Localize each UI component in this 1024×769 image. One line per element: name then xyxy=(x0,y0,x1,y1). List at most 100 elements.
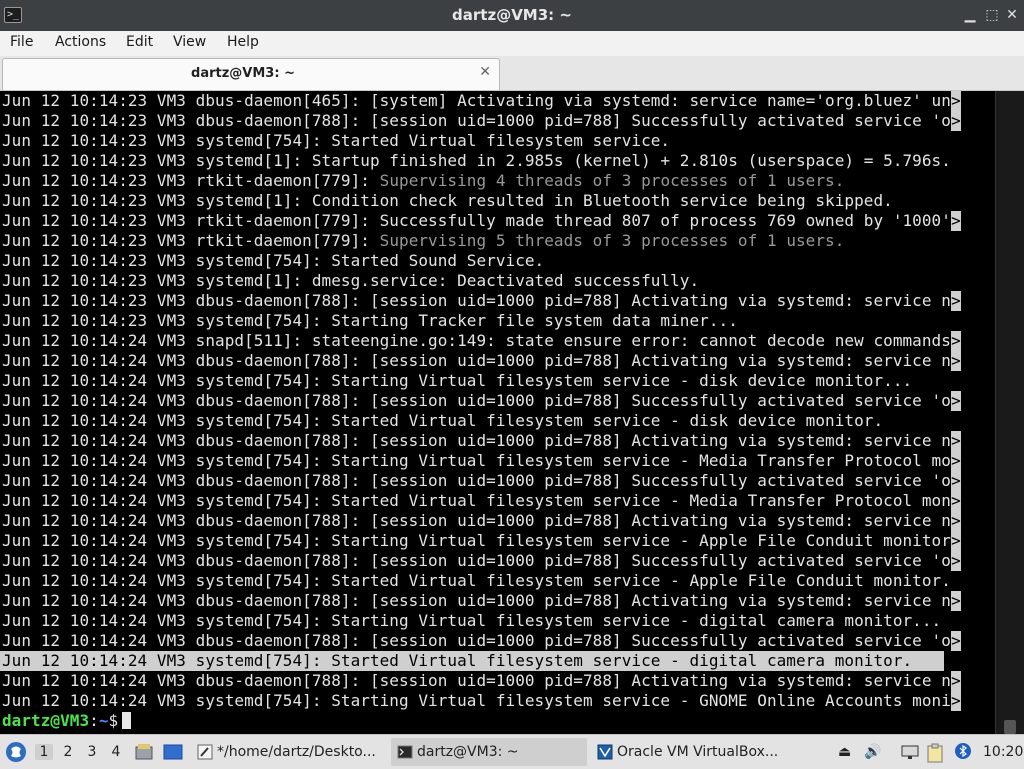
terminal-line: Jun 12 10:14:24 VM3 systemd[754]: Starti… xyxy=(2,371,992,391)
terminal-line: Jun 12 10:14:24 VM3 snapd[511]: stateeng… xyxy=(2,331,992,351)
line-overflow-marker: > xyxy=(950,91,961,111)
log-text: Jun 12 10:14:24 VM3 dbus-daemon[788]: [s… xyxy=(2,671,951,690)
scrollbar-thumb[interactable] xyxy=(1004,720,1016,734)
terminal-output[interactable]: Jun 12 10:14:23 VM3 dbus-daemon[465]: [s… xyxy=(0,91,995,734)
line-overflow-marker: > xyxy=(950,451,961,471)
log-text: Jun 12 10:14:24 VM3 dbus-daemon[788]: [s… xyxy=(2,631,951,650)
file-manager-icon[interactable] xyxy=(134,742,154,762)
log-text: Jun 12 10:14:24 VM3 systemd[754]: Starti… xyxy=(2,451,951,470)
terminal-line: Jun 12 10:14:24 VM3 systemd[754]: Starti… xyxy=(2,531,992,551)
line-overflow-marker: > xyxy=(950,111,961,131)
log-text: Jun 12 10:14:23 VM3 dbus-daemon[788]: [s… xyxy=(2,111,951,130)
log-prefix: Jun 12 10:14:23 VM3 rtkit-daemon[779]: xyxy=(2,171,380,190)
tab-bar: dartz@VM3: ~ ✕ xyxy=(0,56,1024,91)
log-text: Jun 12 10:14:23 VM3 dbus-daemon[465]: [s… xyxy=(2,91,951,110)
terminal-line-selected: Jun 12 10:14:24 VM3 systemd[754]: Starte… xyxy=(0,651,944,671)
terminal-line: Jun 12 10:14:24 VM3 systemd[754]: Starte… xyxy=(2,491,992,511)
terminal-line: Jun 12 10:14:23 VM3 rtkit-daemon[779]: S… xyxy=(2,171,992,191)
workspace-2[interactable]: 2 xyxy=(59,744,77,760)
tab-terminal[interactable]: dartz@VM3: ~ ✕ xyxy=(2,58,500,90)
prompt-path: ~ xyxy=(98,711,109,730)
terminal-line: Jun 12 10:14:24 VM3 systemd[754]: Starte… xyxy=(2,571,992,591)
tab-close-icon[interactable]: ✕ xyxy=(479,64,491,80)
bluetooth-icon[interactable] xyxy=(954,742,972,760)
eject-icon[interactable]: ⏏ xyxy=(838,744,851,760)
log-text: Jun 12 10:14:24 VM3 systemd[754]: Starte… xyxy=(2,571,951,590)
terminal-line: Jun 12 10:14:23 VM3 dbus-daemon[465]: [s… xyxy=(2,91,992,111)
menu-edit[interactable]: Edit xyxy=(126,34,153,50)
log-text: Jun 12 10:14:24 VM3 snapd[511]: stateeng… xyxy=(2,331,951,350)
workspace-4[interactable]: 4 xyxy=(107,744,125,760)
task-label-terminal: dartz@VM3: ~ xyxy=(417,744,519,760)
terminal-line: Jun 12 10:14:24 VM3 dbus-daemon[788]: [s… xyxy=(2,431,992,451)
menu-actions[interactable]: Actions xyxy=(55,34,106,50)
terminal-line: Jun 12 10:14:23 VM3 rtkit-daemon[779]: S… xyxy=(2,211,992,231)
minimize-button[interactable]: ▁ xyxy=(962,7,978,23)
window-titlebar[interactable]: >_ dartz@VM3: ~ ▁ ⬚ ✕ xyxy=(0,0,1024,31)
log-text: Jun 12 10:14:23 VM3 systemd[1]: dmesg.se… xyxy=(2,271,700,290)
maximize-button[interactable]: ⬚ xyxy=(984,7,1000,23)
line-overflow-marker: > xyxy=(950,391,961,411)
clock[interactable]: 10:20 xyxy=(983,744,1023,760)
log-text: Jun 12 10:14:23 VM3 systemd[754]: Starti… xyxy=(2,311,738,330)
clipboard-icon[interactable] xyxy=(926,743,944,763)
terminal-line: Jun 12 10:14:24 VM3 dbus-daemon[788]: [s… xyxy=(2,351,992,371)
workspace-3[interactable]: 3 xyxy=(83,744,101,760)
log-prefix: Jun 12 10:14:23 VM3 rtkit-daemon[779]: xyxy=(2,231,380,250)
terminal-line: Jun 12 10:14:23 VM3 systemd[1]: Startup … xyxy=(2,151,992,171)
line-overflow-marker: > xyxy=(950,491,961,511)
terminal-line: Jun 12 10:14:23 VM3 systemd[754]: Starti… xyxy=(2,311,992,331)
shell-prompt[interactable]: dartz@VM3:~$ xyxy=(2,711,992,731)
terminal-line: Jun 12 10:14:24 VM3 dbus-daemon[788]: [s… xyxy=(2,471,992,491)
log-text: Jun 12 10:14:24 VM3 dbus-daemon[788]: [s… xyxy=(2,471,951,490)
terminal-icon xyxy=(397,745,413,759)
log-text: Jun 12 10:14:24 VM3 systemd[754]: Starte… xyxy=(2,491,951,510)
log-text: Jun 12 10:14:23 VM3 systemd[754]: Starte… xyxy=(2,131,671,150)
taskbar: 1 2 3 4 */home/dartz/Deskto... dartz@VM3… xyxy=(0,734,1024,769)
start-menu-icon[interactable] xyxy=(5,740,27,764)
taskbar-task-terminal[interactable]: dartz@VM3: ~ xyxy=(391,738,587,766)
terminal-line: Jun 12 10:14:24 VM3 dbus-daemon[788]: [s… xyxy=(2,631,992,651)
network-icon[interactable] xyxy=(900,743,920,761)
log-text: Jun 12 10:14:24 VM3 systemd[754]: Starte… xyxy=(2,411,884,430)
log-text: Jun 12 10:14:23 VM3 dbus-daemon[788]: [s… xyxy=(2,291,951,310)
menu-help[interactable]: Help xyxy=(227,34,259,50)
menu-view[interactable]: View xyxy=(173,34,206,50)
line-overflow-marker: > xyxy=(950,511,961,531)
log-text: Jun 12 10:14:24 VM3 dbus-daemon[788]: [s… xyxy=(2,591,951,610)
menu-file[interactable]: File xyxy=(10,34,33,50)
terminal-line: Jun 12 10:14:24 VM3 systemd[754]: Starti… xyxy=(2,451,992,471)
taskbar-task-virtualbox[interactable]: Oracle VM VirtualBox... xyxy=(591,738,787,766)
terminal-line: Jun 12 10:14:24 VM3 systemd[754]: Starte… xyxy=(2,411,992,431)
taskbar-task-text-editor[interactable]: */home/dartz/Deskto... xyxy=(191,738,387,766)
terminal-line: Jun 12 10:14:24 VM3 dbus-daemon[788]: [s… xyxy=(2,671,992,691)
line-overflow-marker: > xyxy=(950,551,961,571)
terminal-line: Jun 12 10:14:24 VM3 systemd[754]: Starti… xyxy=(2,611,992,631)
tab-title: dartz@VM3: ~ xyxy=(191,66,295,81)
line-overflow-marker: > xyxy=(950,211,961,231)
menu-bar: File Actions Edit View Help xyxy=(0,31,1024,56)
prompt-symbol: $ xyxy=(108,711,119,730)
terminal-scrollbar[interactable] xyxy=(995,91,1024,734)
line-overflow-marker: > xyxy=(950,431,961,451)
volume-icon[interactable]: 🔊 xyxy=(864,744,881,760)
log-text: Jun 12 10:14:24 VM3 dbus-daemon[788]: [s… xyxy=(2,391,951,410)
text-cursor xyxy=(122,712,132,729)
log-text: Jun 12 10:14:24 VM3 systemd[754]: Starti… xyxy=(2,531,951,550)
line-overflow-marker: > xyxy=(950,351,961,371)
line-overflow-marker: > xyxy=(950,671,961,691)
log-text: Jun 12 10:14:24 VM3 dbus-daemon[788]: [s… xyxy=(2,431,951,450)
terminal-line: Jun 12 10:14:23 VM3 dbus-daemon[788]: [s… xyxy=(2,111,992,131)
log-text: Jun 12 10:14:23 VM3 systemd[1]: Conditio… xyxy=(2,191,893,210)
log-text: Jun 12 10:14:24 VM3 systemd[754]: Starte… xyxy=(2,651,913,670)
show-desktop-icon[interactable] xyxy=(162,742,184,762)
workspace-1[interactable]: 1 xyxy=(35,744,53,760)
close-window-button[interactable]: ✕ xyxy=(1004,7,1020,23)
line-overflow-marker: > xyxy=(950,531,961,551)
log-text: Jun 12 10:14:23 VM3 rtkit-daemon[779]: S… xyxy=(2,211,951,230)
line-overflow-marker: > xyxy=(950,471,961,491)
task-label-virtualbox: Oracle VM VirtualBox... xyxy=(617,744,779,760)
terminal-line: Jun 12 10:14:24 VM3 systemd[754]: Starti… xyxy=(2,691,992,711)
terminal-line: Jun 12 10:14:23 VM3 dbus-daemon[788]: [s… xyxy=(2,291,992,311)
log-text: Jun 12 10:14:24 VM3 dbus-daemon[788]: [s… xyxy=(2,351,951,370)
